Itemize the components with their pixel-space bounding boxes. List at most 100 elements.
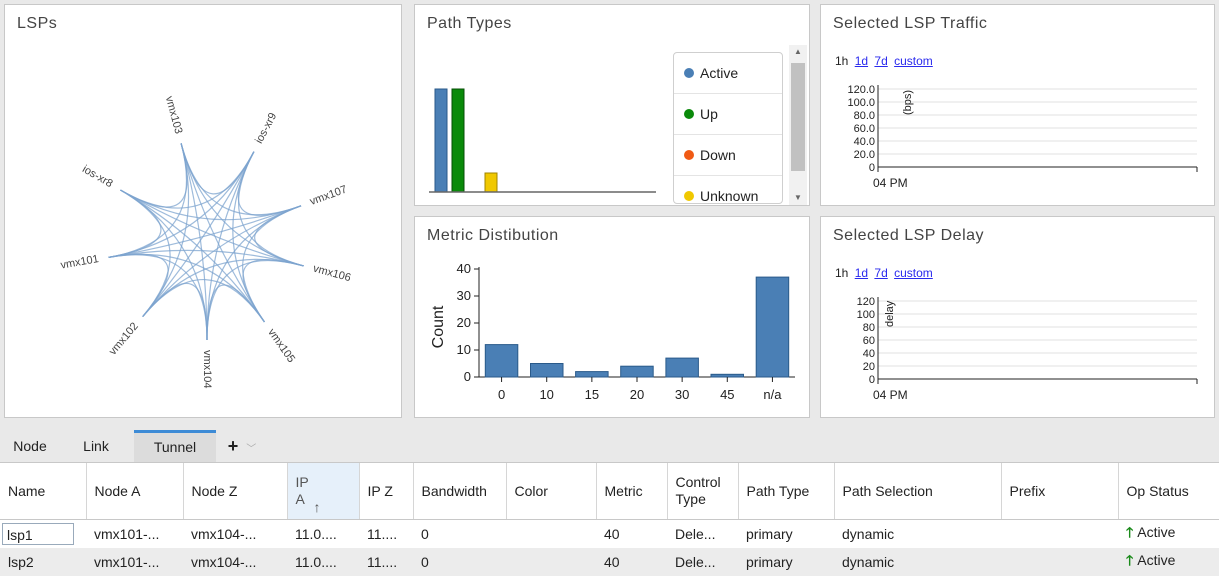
- cell-metric: 40: [596, 548, 667, 576]
- lsp-chord[interactable]: [108, 189, 162, 258]
- lsp-chord[interactable]: [108, 253, 169, 317]
- tab-link[interactable]: Link: [76, 430, 116, 462]
- lsp-node-label[interactable]: ios-xr8: [80, 163, 115, 190]
- range-custom-link[interactable]: custom: [894, 266, 933, 280]
- legend-scrollbar[interactable]: ▲ ▼: [789, 45, 807, 205]
- legend-label: Active: [700, 65, 739, 81]
- path-types-chart: [429, 88, 656, 193]
- metric-bar[interactable]: [530, 363, 564, 378]
- scroll-down-icon[interactable]: ▼: [789, 191, 807, 205]
- bar-active[interactable]: [434, 88, 448, 193]
- lsp-delay-title: Selected LSP Delay: [833, 227, 985, 244]
- bar-up[interactable]: [451, 88, 465, 193]
- metric-bar[interactable]: [575, 371, 609, 378]
- col-header-bandwidth[interactable]: Bandwidth: [413, 463, 507, 520]
- metric-ylabel: Count: [430, 305, 447, 348]
- path-types-legend: Active Up Down Unknown: [673, 52, 783, 204]
- lsp-node-label[interactable]: vmx105: [265, 327, 297, 365]
- traffic-ytick: 80.0: [854, 110, 875, 122]
- table-row[interactable]: lsp1 vmx101-... vmx104-... 11.0.... 11..…: [0, 520, 1219, 549]
- metric-xtick-label: 10: [539, 387, 553, 402]
- col-header-metric[interactable]: Metric: [596, 463, 668, 520]
- lsp-chord[interactable]: [108, 253, 265, 323]
- delay-ytick: 60: [863, 335, 875, 347]
- cell-node-z: vmx104-...: [183, 548, 287, 576]
- col-header-name[interactable]: Name: [0, 463, 87, 520]
- lsp-node-label[interactable]: vmx107: [308, 183, 348, 207]
- range-7d-link[interactable]: 7d: [874, 54, 887, 68]
- tab-node[interactable]: Node: [6, 430, 54, 462]
- col-header-prefix[interactable]: Prefix: [1001, 463, 1119, 520]
- lsp-node-label[interactable]: vmx106: [312, 263, 352, 285]
- add-tab-button[interactable]: + ﹀: [220, 430, 264, 462]
- cell-node-z: vmx104-...: [191, 526, 257, 542]
- range-custom-link[interactable]: custom: [894, 54, 933, 68]
- metric-ytick-label: 0: [464, 369, 471, 384]
- traffic-ytick: 100.0: [847, 97, 875, 109]
- metric-bar[interactable]: [665, 357, 699, 378]
- lsp-node-label[interactable]: vmx102: [107, 320, 141, 357]
- metric-bar[interactable]: [484, 344, 519, 378]
- col-header-node-a[interactable]: Node A: [86, 463, 184, 520]
- legend-item-unknown[interactable]: Unknown: [674, 176, 782, 204]
- delay-gridlines: [878, 300, 1197, 367]
- col-header-ip-a[interactable]: IP A ↑: [287, 463, 360, 520]
- cell-name-text: lsp1: [2, 523, 74, 545]
- col-header-op-status[interactable]: Op Status: [1118, 463, 1219, 520]
- lsp-chord[interactable]: [108, 143, 188, 258]
- range-1h[interactable]: 1h: [835, 266, 848, 280]
- col-header-node-z[interactable]: Node Z: [183, 463, 288, 520]
- metric-bar[interactable]: [710, 373, 744, 378]
- lsp-node-label[interactable]: vmx101: [60, 253, 100, 272]
- scroll-thumb[interactable]: [791, 63, 805, 171]
- metric-xtick-label: 45: [720, 387, 734, 402]
- cell-prefix: [1001, 548, 1118, 576]
- cell-name[interactable]: lsp2: [0, 548, 86, 576]
- legend-item-active[interactable]: Active: [674, 53, 782, 94]
- lsp-chord[interactable]: [242, 259, 304, 323]
- lsp-chord[interactable]: [206, 284, 265, 341]
- delay-time-ranges: 1h 1d 7d custom: [835, 266, 933, 280]
- lsp-chord[interactable]: [120, 189, 208, 341]
- legend-item-up[interactable]: Up: [674, 94, 782, 135]
- lsp-chord[interactable]: [142, 282, 208, 341]
- col-header-ip-z[interactable]: IP Z: [359, 463, 414, 520]
- legend-label: Unknown: [700, 188, 759, 204]
- range-7d-link[interactable]: 7d: [874, 266, 887, 280]
- col-header-color[interactable]: Color: [506, 463, 597, 520]
- col-header-control-type[interactable]: Control Type: [667, 463, 739, 520]
- tunnel-table: Name Node A Node Z IP A ↑ IP Z Bandwidth …: [0, 462, 1219, 580]
- cell-path-selection: dynamic: [834, 548, 1001, 576]
- range-1h[interactable]: 1h: [835, 54, 848, 68]
- status-up-arrow-icon: 🡑: [1126, 524, 1134, 540]
- bar-unknown[interactable]: [484, 172, 498, 193]
- table-row[interactable]: lsp2 vmx101-... vmx104-... 11.0.... 11..…: [0, 548, 1219, 576]
- range-1d-link[interactable]: 1d: [855, 54, 868, 68]
- delay-chart: 120 100 80 60 40 20 0 delay 04 PM: [857, 296, 1198, 402]
- delay-ytick: 80: [863, 322, 875, 334]
- cell-ip-a: 11.0....: [295, 526, 337, 542]
- lsp-node-label[interactable]: vmx104: [201, 350, 213, 389]
- cell-name[interactable]: lsp1: [0, 520, 86, 549]
- cell-ip-z: 11....: [367, 526, 398, 542]
- cell-path-type: primary: [738, 548, 834, 576]
- metric-bar[interactable]: [755, 276, 790, 378]
- lsp-node-label[interactable]: ios-xr9: [253, 111, 279, 146]
- legend-item-down[interactable]: Down: [674, 135, 782, 176]
- cell-node-a: vmx101-...: [86, 548, 183, 576]
- lsp-chord-diagram[interactable]: vmx103 ios-xr9 vmx107 vmx106 vmx105 vmx104 vmx…: [5, 5, 401, 417]
- lsp-chord[interactable]: [120, 143, 188, 208]
- legend-dot-icon: [684, 109, 694, 119]
- scroll-up-icon[interactable]: ▲: [789, 45, 807, 59]
- col-header-path-selection[interactable]: Path Selection: [834, 463, 1002, 520]
- range-1d-link[interactable]: 1d: [855, 266, 868, 280]
- lsp-chord[interactable]: [108, 249, 304, 267]
- lsp-traffic-panel: Selected LSP Traffic 1h 1d 7d custom 120…: [820, 4, 1215, 206]
- lsp-node-label[interactable]: vmx103: [163, 95, 185, 135]
- col-header-path-type[interactable]: Path Type: [738, 463, 835, 520]
- tab-tunnel[interactable]: Tunnel: [134, 430, 216, 462]
- lsp-chord[interactable]: [237, 151, 302, 216]
- traffic-ytick: 40.0: [854, 136, 875, 148]
- sort-ascending-icon: ↑: [313, 499, 321, 515]
- metric-bar[interactable]: [620, 365, 654, 378]
